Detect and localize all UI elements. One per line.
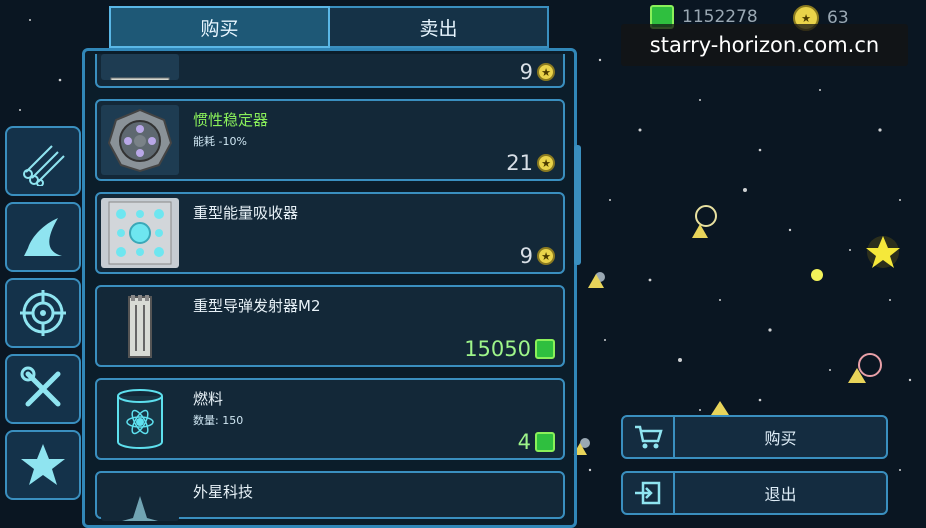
star-coin-icon: ★: [537, 154, 555, 172]
list-item[interactable]: 重型能量吸收器 9 ★: [95, 192, 565, 274]
buy-button[interactable]: 购买: [621, 415, 888, 459]
list-item[interactable]: 惯性稳定器 能耗 -10% 21 ★: [95, 99, 565, 181]
list-item[interactable]: 9 ★: [95, 54, 565, 88]
item-desc: 数量: 150: [193, 414, 244, 427]
item-price: 21 ★: [506, 151, 555, 175]
exit-button[interactable]: 退出: [621, 471, 888, 515]
item-name: 重型导弹发射器M2: [193, 297, 321, 315]
module-icon: [110, 77, 170, 80]
item-price: 9 ★: [520, 60, 555, 84]
ship-wing-icon: [24, 218, 62, 256]
star-icon: [21, 444, 65, 485]
credit-cube-icon: [535, 339, 555, 359]
energy-absorber-icon: [108, 201, 172, 265]
exit-button-label: 退出: [764, 485, 797, 504]
item-name: 重型能量吸收器: [193, 204, 299, 222]
list-item[interactable]: 重型导弹发射器M2 15050: [95, 285, 565, 367]
item-name: 燃料: [193, 390, 224, 408]
item-thumbnail: [101, 291, 179, 361]
item-thumbnail: [101, 477, 179, 521]
sidebar-item-tools[interactable]: [5, 354, 81, 424]
item-thumbnail: [101, 105, 179, 175]
item-thumbnail: [101, 198, 179, 268]
tab-buy[interactable]: 购买: [109, 6, 330, 48]
tab-sell[interactable]: 卖出: [330, 6, 549, 48]
exit-icon: [623, 473, 675, 513]
list-item[interactable]: 外星科技: [95, 471, 565, 521]
item-desc: 能耗 -10%: [193, 135, 247, 148]
trade-tabs: 购买 卖出: [109, 6, 549, 48]
star-coin-icon: ★: [537, 247, 555, 265]
tools-icon: [20, 366, 61, 407]
item-name: 惯性稳定器: [193, 111, 269, 129]
fuel-barrel-icon: [117, 389, 163, 449]
cart-icon: [623, 417, 675, 457]
item-thumbnail: [101, 54, 179, 80]
watermark: starry-horizon.com.cn: [621, 24, 908, 66]
missile-launcher-icon: [128, 295, 152, 358]
sidebar-item-weapons[interactable]: [5, 278, 81, 348]
item-price: 4: [518, 430, 555, 454]
sidebar-item-ship[interactable]: [5, 202, 81, 272]
sidebar-item-favorites[interactable]: [5, 430, 81, 500]
credit-cube-icon: [535, 432, 555, 452]
cargo-pipes-icon: [23, 145, 65, 186]
item-thumbnail: [101, 384, 179, 454]
star-coin-icon: ★: [537, 63, 555, 81]
item-name: 外星科技: [193, 483, 254, 501]
sidebar-item-cargo[interactable]: [5, 126, 81, 196]
scrollbar[interactable]: [574, 145, 581, 265]
item-price: 9 ★: [520, 244, 555, 268]
target-icon: [20, 290, 66, 336]
list-item[interactable]: 燃料 数量: 150 4: [95, 378, 565, 460]
alien-tech-icon: [122, 496, 158, 521]
buy-button-label: 购买: [764, 429, 797, 448]
item-price: 15050: [464, 337, 555, 361]
inertial-stabilizer-icon: [107, 108, 173, 173]
